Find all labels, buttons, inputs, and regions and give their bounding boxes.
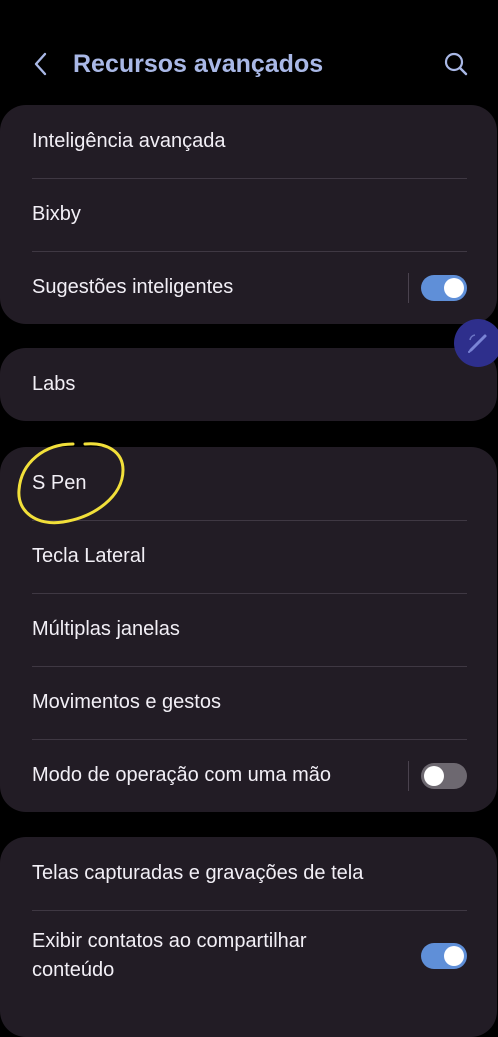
sugestoes-inteligentes-toggle[interactable] <box>421 274 467 301</box>
setting-label: S Pen <box>32 472 87 494</box>
settings-card-sharing: Telas capturadas e gravações de tela Exi… <box>0 837 497 1037</box>
setting-label: Movimentos e gestos <box>32 691 221 713</box>
setting-item-exibir-contatos[interactable]: Exibir contatos ao compartilhar conteúdo <box>0 910 497 1001</box>
chevron-left-icon <box>34 52 47 76</box>
setting-item-multiplas-janelas[interactable]: Múltiplas janelas <box>0 593 497 666</box>
setting-item-s-pen[interactable]: S Pen <box>0 447 497 520</box>
settings-card-labs: Labs <box>0 348 497 421</box>
setting-label: Tecla Lateral <box>32 545 146 567</box>
setting-label: Telas capturadas e gravações de tela <box>32 862 364 884</box>
setting-label: Labs <box>32 373 76 395</box>
setting-label: Modo de operação com uma mão <box>32 764 332 786</box>
setting-label: Exibir contatos ao compartilhar conteúdo <box>32 929 307 981</box>
toggle-knob <box>444 945 464 966</box>
setting-label: Múltiplas janelas <box>32 618 180 640</box>
setting-item-sugestoes-inteligentes[interactable]: Sugestões inteligentes <box>0 251 497 324</box>
setting-item-labs[interactable]: Labs <box>0 348 497 421</box>
setting-label: Bixby <box>32 203 81 225</box>
search-icon <box>444 52 468 76</box>
setting-item-telas-capturadas[interactable]: Telas capturadas e gravações de tela <box>0 837 497 910</box>
page-title: Recursos avançados <box>73 50 324 78</box>
toggle-knob <box>444 277 464 298</box>
top-app-bar: Recursos avançados <box>0 0 498 104</box>
setting-item-inteligencia-avancada[interactable]: Inteligência avançada <box>0 105 497 178</box>
back-button[interactable] <box>24 44 58 84</box>
settings-card-intelligence: Inteligência avançada Bixby Sugestões in… <box>0 105 497 324</box>
setting-item-modo-uma-mao[interactable]: Modo de operação com uma mão <box>0 739 497 812</box>
setting-item-movimentos-e-gestos[interactable]: Movimentos e gestos <box>0 666 497 739</box>
setting-item-bixby[interactable]: Bixby <box>0 178 497 251</box>
settings-card-features: S Pen Tecla Lateral Múltiplas janelas Mo… <box>0 447 497 812</box>
exibir-contatos-toggle[interactable] <box>421 942 467 969</box>
setting-label: Inteligência avançada <box>32 130 226 152</box>
search-button[interactable] <box>436 44 476 84</box>
divider <box>408 272 409 303</box>
modo-uma-mao-toggle[interactable] <box>421 762 467 789</box>
divider <box>408 760 409 791</box>
air-command-button[interactable] <box>454 319 498 367</box>
setting-item-tecla-lateral[interactable]: Tecla Lateral <box>0 520 497 593</box>
setting-label: Sugestões inteligentes <box>32 276 234 298</box>
pen-icon <box>468 334 487 353</box>
toggle-knob <box>424 765 444 786</box>
